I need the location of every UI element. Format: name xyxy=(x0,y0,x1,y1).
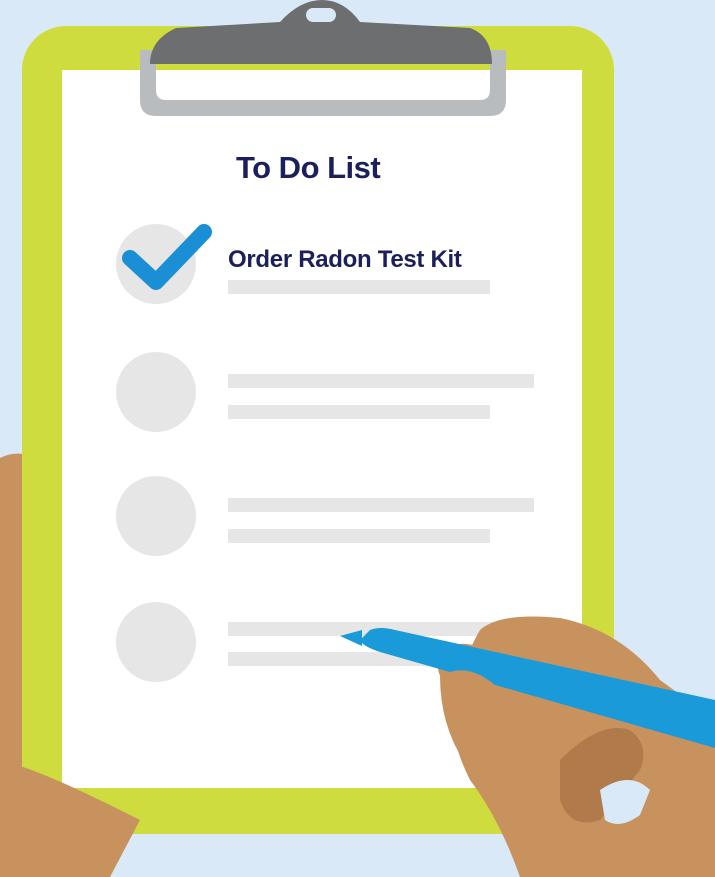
checkbox-circle-4 xyxy=(116,602,196,682)
item-line-1b xyxy=(228,280,490,294)
item-line-2b xyxy=(228,405,490,419)
illustration-canvas xyxy=(0,0,715,877)
page-title: To Do List xyxy=(236,150,381,185)
item-line-3a xyxy=(228,498,534,512)
todo-illustration: To Do List Order Radon Test Kit xyxy=(0,0,715,877)
item-line-2a xyxy=(228,374,534,388)
item-line-3b xyxy=(228,529,490,543)
checkbox-circle-2 xyxy=(116,352,196,432)
checkbox-circle-3 xyxy=(116,476,196,556)
clip-hole xyxy=(306,8,336,22)
todo-item-label-1: Order Radon Test Kit xyxy=(228,246,462,273)
